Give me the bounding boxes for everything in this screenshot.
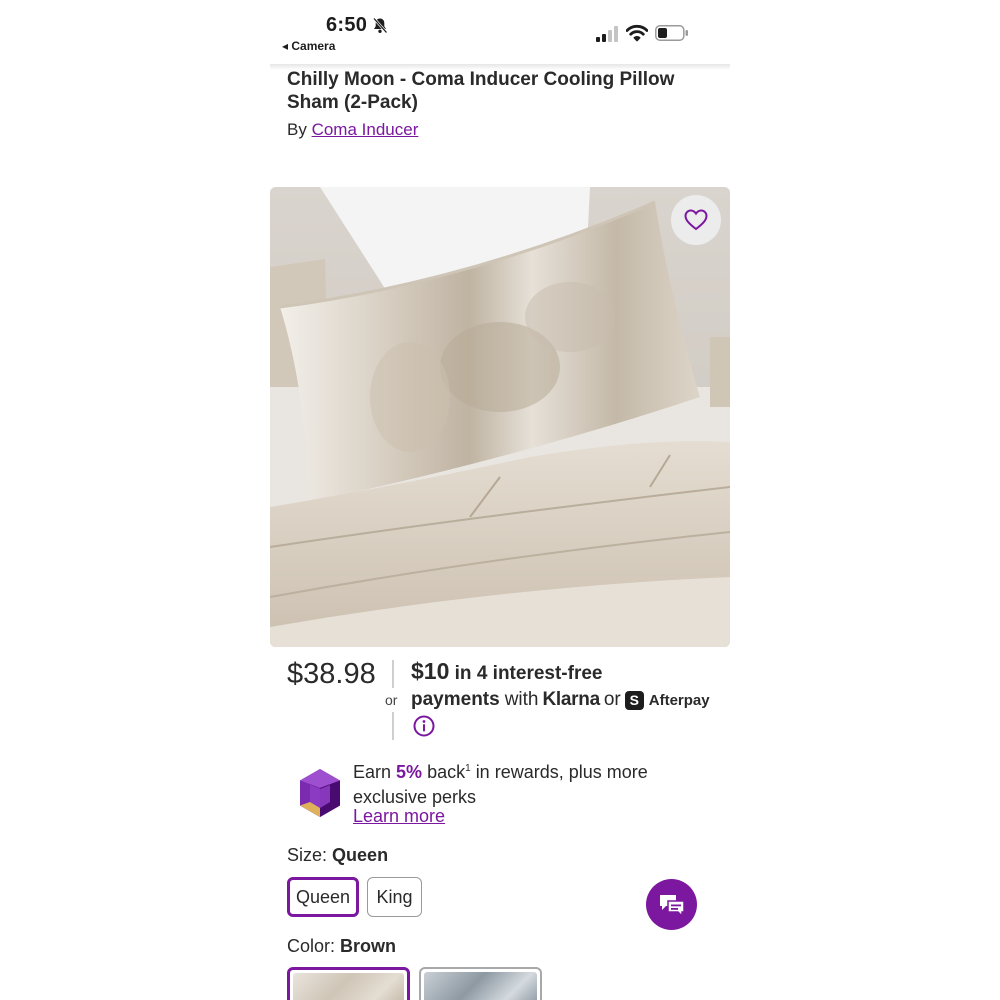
brand-line: By Coma Inducer <box>287 120 418 140</box>
klarna-logo: Klarna <box>542 689 601 710</box>
color-option-grey[interactable] <box>419 967 542 1000</box>
wifi-icon <box>626 24 648 42</box>
learn-more-link[interactable]: Learn more <box>353 806 445 827</box>
product-title: Chilly Moon - Coma Inducer Cooling Pillo… <box>287 69 675 113</box>
cell-signal-icon <box>596 26 618 42</box>
afterpay-logo: Afterpay <box>648 691 710 709</box>
swatch-image <box>424 972 537 1000</box>
status-bar: 6:50 ◂ Camera <box>270 0 730 64</box>
selected-size: Queen <box>332 845 389 865</box>
or-provider-label: or <box>603 689 621 710</box>
battery-icon <box>655 25 688 41</box>
size-option-king[interactable]: King <box>367 877 422 917</box>
installment-amount: $10 <box>411 658 450 684</box>
size-label: Size: Queen <box>287 845 388 866</box>
installment-providers: payments with Klarna or S Afterpay <box>411 689 710 711</box>
color-label: Color: Brown <box>287 936 396 957</box>
footnote-marker: 1 <box>465 763 471 774</box>
product-page: 6:50 ◂ Camera Chilly Moon - Coma Inducer… <box>270 0 730 1000</box>
status-time: 6:50 <box>326 14 368 36</box>
favorite-button[interactable] <box>671 195 721 245</box>
price-divider <box>392 712 394 740</box>
or-label: or <box>385 692 398 708</box>
back-label: back <box>427 762 466 782</box>
rewards-percent: 5% <box>396 762 423 782</box>
brand-link[interactable]: Coma Inducer <box>312 120 419 139</box>
chat-button[interactable] <box>646 879 697 930</box>
rewards-gem-icon <box>300 769 340 817</box>
swatch-image <box>293 973 404 1000</box>
chat-icon <box>659 894 685 918</box>
color-option-brown[interactable] <box>287 967 410 1000</box>
bell-muted-icon <box>373 17 388 34</box>
product-image[interactable] <box>270 187 730 647</box>
installment-terms: in 4 interest-free <box>454 663 603 684</box>
installment-headline: $10 in 4 interest-free <box>411 658 602 685</box>
info-icon[interactable] <box>413 715 435 737</box>
with-label: with <box>504 689 539 710</box>
afterpay-icon: S <box>624 690 644 710</box>
earn-label: Earn <box>353 762 392 782</box>
heart-icon <box>684 209 708 231</box>
back-to-camera-link[interactable]: ◂ Camera <box>282 39 335 53</box>
size-label-text: Size: <box>287 845 328 865</box>
by-label: By <box>287 120 307 139</box>
product-price: $38.98 <box>287 658 376 690</box>
color-label-text: Color: <box>287 936 336 956</box>
price-divider <box>392 660 394 688</box>
selected-color: Brown <box>340 936 397 956</box>
payments-label: payments <box>411 689 500 710</box>
size-option-queen[interactable]: Queen <box>287 877 359 917</box>
rewards-message: Earn 5% back1 in rewards, plus more excl… <box>353 756 713 810</box>
